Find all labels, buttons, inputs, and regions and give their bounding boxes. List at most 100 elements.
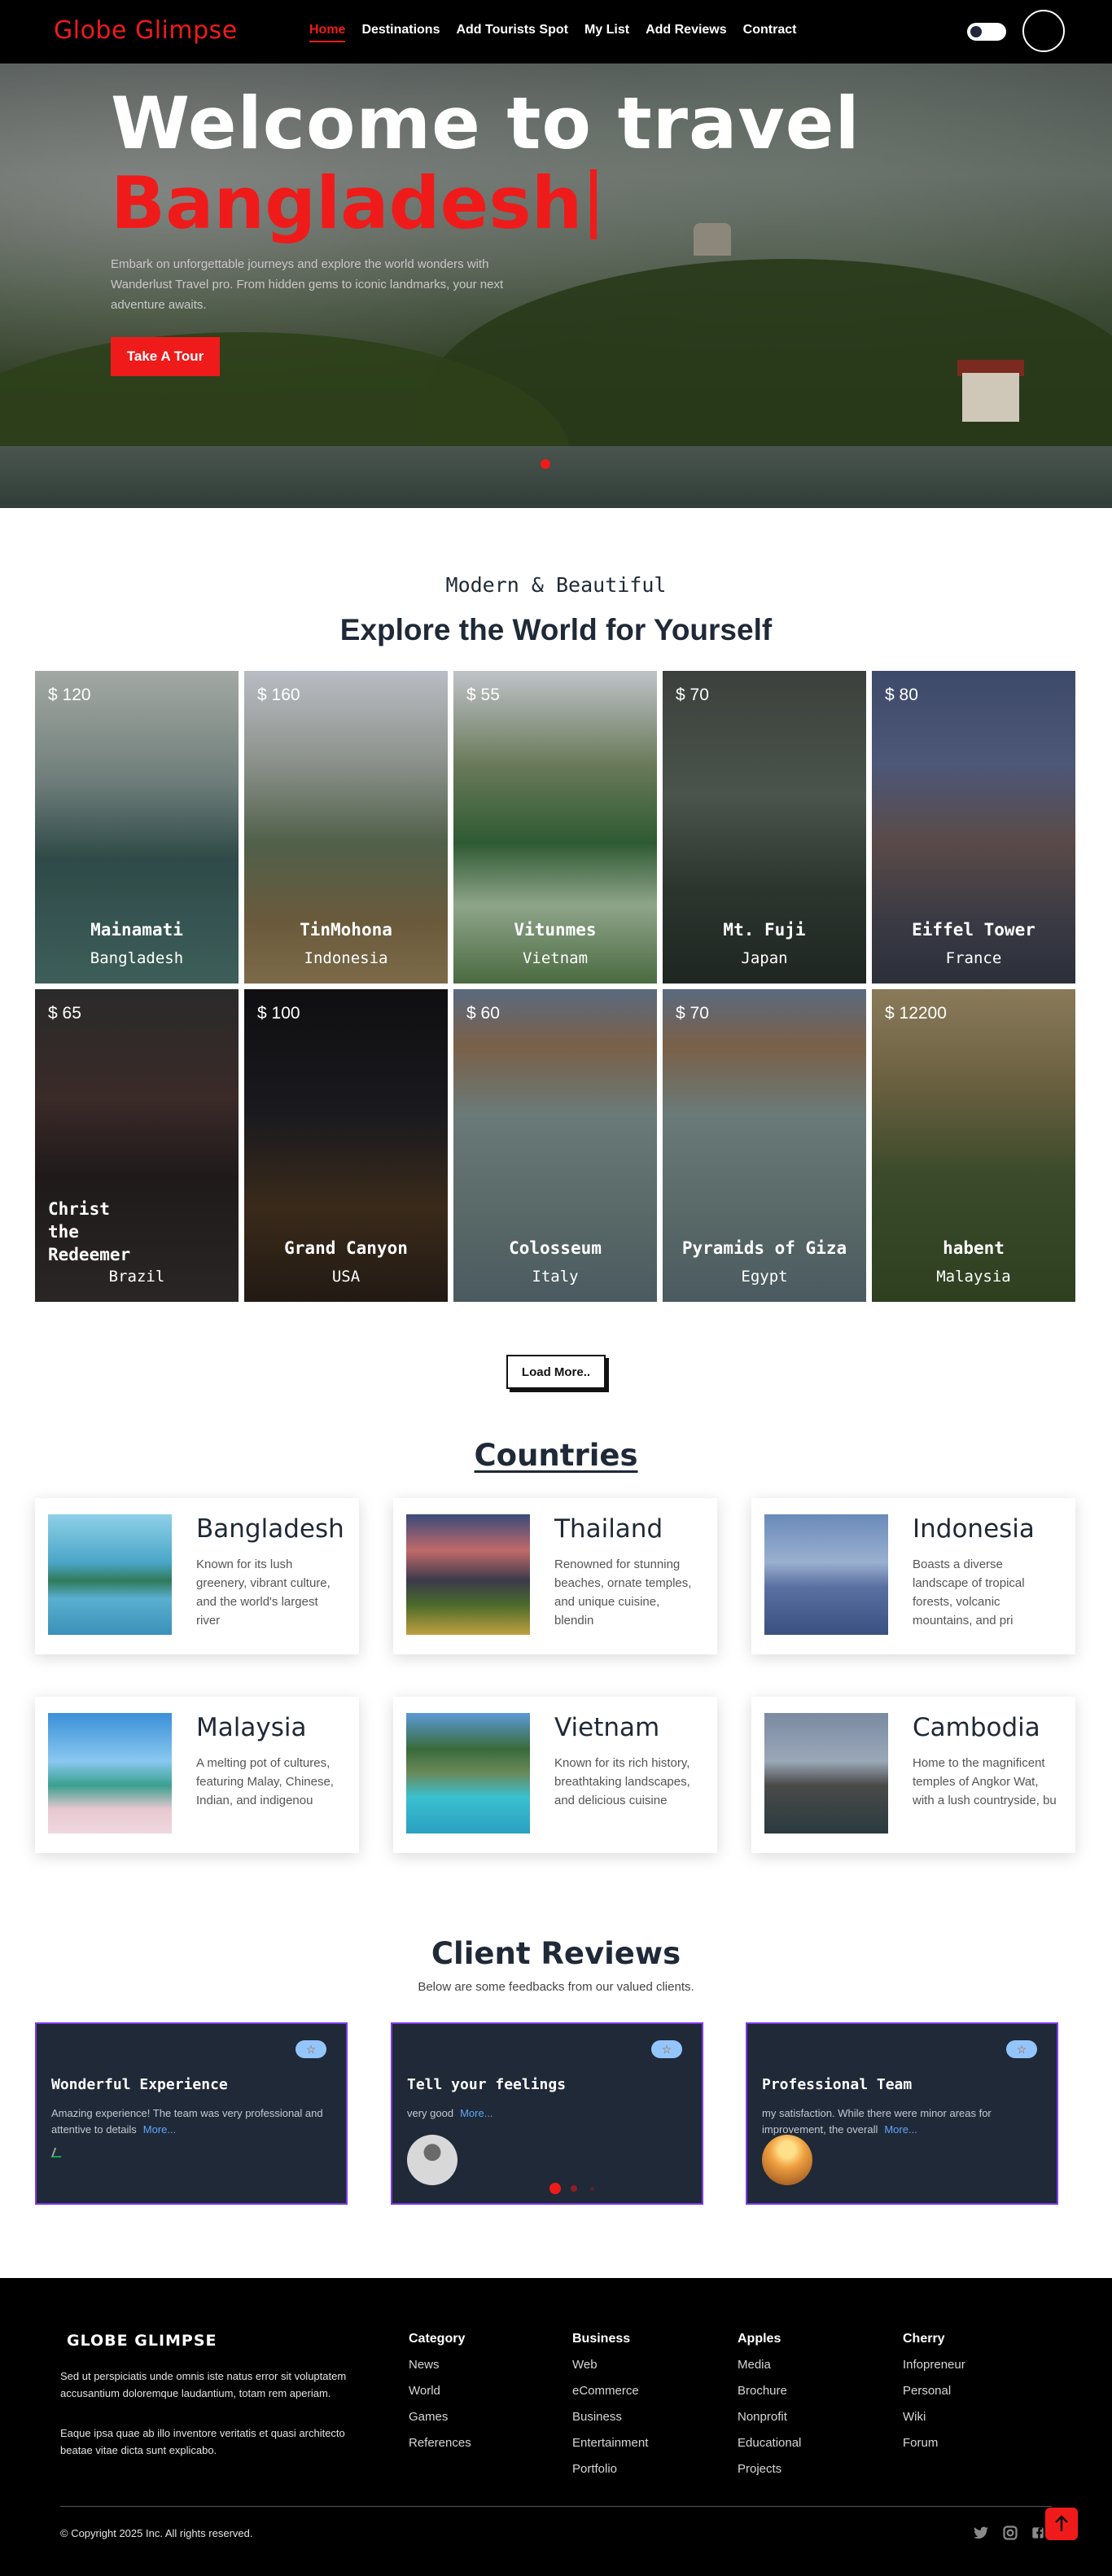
review-slider-dot-active[interactable]: [549, 2183, 561, 2194]
spot-name: Mainamati: [90, 920, 183, 940]
spot-card[interactable]: $ 70 Mt. Fuji Japan: [663, 671, 866, 984]
footer-link[interactable]: Nonprofit: [738, 2410, 801, 2425]
country-name: Thailand: [554, 1514, 663, 1544]
footer-column-heading: Apples: [738, 2332, 781, 2346]
country-thumbnail: [48, 1514, 172, 1635]
spot-country: Vietnam: [522, 949, 589, 967]
reviews-subtitle: Below are some feedbacks from our valued…: [418, 1980, 694, 1994]
spot-country: Italy: [532, 1268, 579, 1286]
footer-link[interactable]: Games: [409, 2410, 471, 2425]
review-card: ☆ Tell your feelings very good More...: [391, 2022, 703, 2205]
explore-subtitle: Modern & Beautiful: [445, 573, 667, 597]
spot-name: TinMohona: [300, 920, 392, 940]
load-more-button[interactable]: Load More..: [506, 1355, 606, 1389]
spot-name: Christ the Redeemer: [48, 1199, 131, 1264]
spot-card[interactable]: $ 100 Grand Canyon USA: [244, 989, 448, 1302]
country-description: Home to the magnificent temples of Angko…: [913, 1756, 1057, 1807]
arrow-up-icon[interactable]: [1045, 2508, 1078, 2540]
nav-add-reviews[interactable]: Add Reviews: [646, 23, 727, 42]
country-name: Bangladesh: [196, 1514, 344, 1544]
review-title: Professional Team: [762, 2076, 913, 2093]
hero-highlight-text: Bangladesh: [111, 161, 583, 245]
footer-link[interactable]: Portfolio: [572, 2462, 648, 2477]
country-card[interactable]: Cambodia Home to the magnificent temples…: [751, 1697, 1075, 1853]
footer-link[interactable]: Media: [738, 2358, 801, 2372]
hero-slider-dot[interactable]: [541, 459, 550, 469]
spot-card[interactable]: $ 80 Eiffel Tower France: [872, 671, 1075, 984]
countries-title: Countries: [474, 1438, 638, 1473]
spot-country: Indonesia: [304, 949, 388, 967]
instagram-icon-svg: [1003, 2526, 1018, 2540]
footer-brand: GLOBE GLIMPSE: [67, 2332, 217, 2350]
country-description: Known for its lush greenery, vibrant cul…: [196, 1557, 331, 1628]
footer-link[interactable]: Projects: [738, 2462, 801, 2477]
spot-name: habent: [943, 1238, 1005, 1258]
footer-link[interactable]: Brochure: [738, 2384, 801, 2399]
nav-my-list[interactable]: My List: [584, 23, 629, 42]
footer-column-business: Business Web eCommerce Business Entertai…: [572, 2332, 648, 2488]
spot-country: Egypt: [741, 1268, 788, 1286]
country-card[interactable]: Bangladesh Known for its lush greenery, …: [35, 1498, 359, 1654]
footer-link[interactable]: World: [409, 2384, 471, 2399]
country-card[interactable]: Vietnam Known for its rich history, brea…: [393, 1697, 717, 1853]
footer-link[interactable]: News: [409, 2358, 471, 2372]
review-slider-dot[interactable]: [590, 2187, 594, 2191]
country-card[interactable]: Malaysia A melting pot of cultures, feat…: [35, 1697, 359, 1853]
spot-card[interactable]: $ 160 TinMohona Indonesia: [244, 671, 448, 984]
theme-toggle[interactable]: [967, 23, 1006, 41]
footer-link[interactable]: Forum: [903, 2436, 965, 2451]
spot-name: Vitunmes: [514, 920, 597, 940]
country-card[interactable]: Thailand Renowned for stunning beaches, …: [393, 1498, 717, 1654]
footer-divider: [60, 2506, 1052, 2507]
footer-column-heading: Category: [409, 2332, 466, 2346]
country-card[interactable]: Indonesia Boasts a diverse landscape of …: [751, 1498, 1075, 1654]
nav-contract[interactable]: Contract: [743, 23, 797, 42]
review-more-link[interactable]: More...: [143, 2123, 176, 2136]
review-text: very good More...: [407, 2105, 690, 2122]
brand-logo[interactable]: Globe Glimpse: [54, 16, 238, 45]
nav-destinations[interactable]: Destinations: [361, 23, 440, 42]
footer-link[interactable]: Educational: [738, 2436, 801, 2451]
spot-country: Brazil: [108, 1268, 165, 1286]
footer-link[interactable]: Infopreneur: [903, 2358, 965, 2372]
spot-country: France: [945, 949, 1002, 967]
footer-link[interactable]: Web: [572, 2358, 648, 2372]
spot-card[interactable]: $ 65 Christ the Redeemer Brazil: [35, 989, 239, 1302]
take-a-tour-button[interactable]: Take A Tour: [111, 337, 220, 376]
footer-column-cherry: Cherry Infopreneur Personal Wiki Forum: [903, 2332, 965, 2462]
country-description: A melting pot of cultures, featuring Mal…: [196, 1756, 334, 1807]
spot-price: $ 80: [885, 686, 918, 704]
spot-card[interactable]: $ 120 Mainamati Bangladesh: [35, 671, 239, 984]
spot-price: $ 70: [676, 1004, 709, 1023]
spot-card[interactable]: $ 70 Pyramids of Giza Egypt: [663, 989, 866, 1302]
country-name: Vietnam: [554, 1713, 660, 1742]
reviewer-avatar: [762, 2135, 812, 2185]
footer-link[interactable]: Personal: [903, 2384, 965, 2399]
spot-card[interactable]: $ 55 Vitunmes Vietnam: [453, 671, 657, 984]
footer-link[interactable]: eCommerce: [572, 2384, 648, 2399]
footer-link[interactable]: Business: [572, 2410, 648, 2425]
user-avatar[interactable]: [1022, 10, 1065, 52]
footer-link[interactable]: Entertainment: [572, 2436, 648, 2451]
spot-card[interactable]: $ 12200 habent Malaysia: [872, 989, 1075, 1302]
hero-church: [962, 373, 1019, 422]
twitter-icon[interactable]: [972, 2526, 990, 2543]
arrow-up-icon-svg: [1055, 2515, 1068, 2531]
review-slider-dot[interactable]: [571, 2185, 577, 2192]
review-more-link[interactable]: More...: [460, 2107, 493, 2119]
footer-link[interactable]: References: [409, 2436, 471, 2451]
spot-card[interactable]: $ 60 Colosseum Italy: [453, 989, 657, 1302]
country-name: Malaysia: [196, 1713, 307, 1742]
instagram-icon[interactable]: [1001, 2526, 1019, 2543]
nav-add-tourists-spot[interactable]: Add Tourists Spot: [456, 23, 567, 42]
spot-price: $ 60: [466, 1004, 500, 1023]
footer-link[interactable]: Wiki: [903, 2410, 965, 2425]
facebook-icon[interactable]: [1029, 2526, 1047, 2543]
country-thumbnail: [406, 1514, 530, 1635]
review-card: ☆ Professional Team my satisfaction. Whi…: [746, 2022, 1058, 2205]
nav-home[interactable]: Home: [309, 23, 346, 42]
hero-river: [0, 446, 1112, 508]
review-more-link[interactable]: More...: [884, 2123, 917, 2136]
footer-column-category: Category News World Games References: [409, 2332, 471, 2462]
footer-column-heading: Cherry: [903, 2332, 945, 2346]
